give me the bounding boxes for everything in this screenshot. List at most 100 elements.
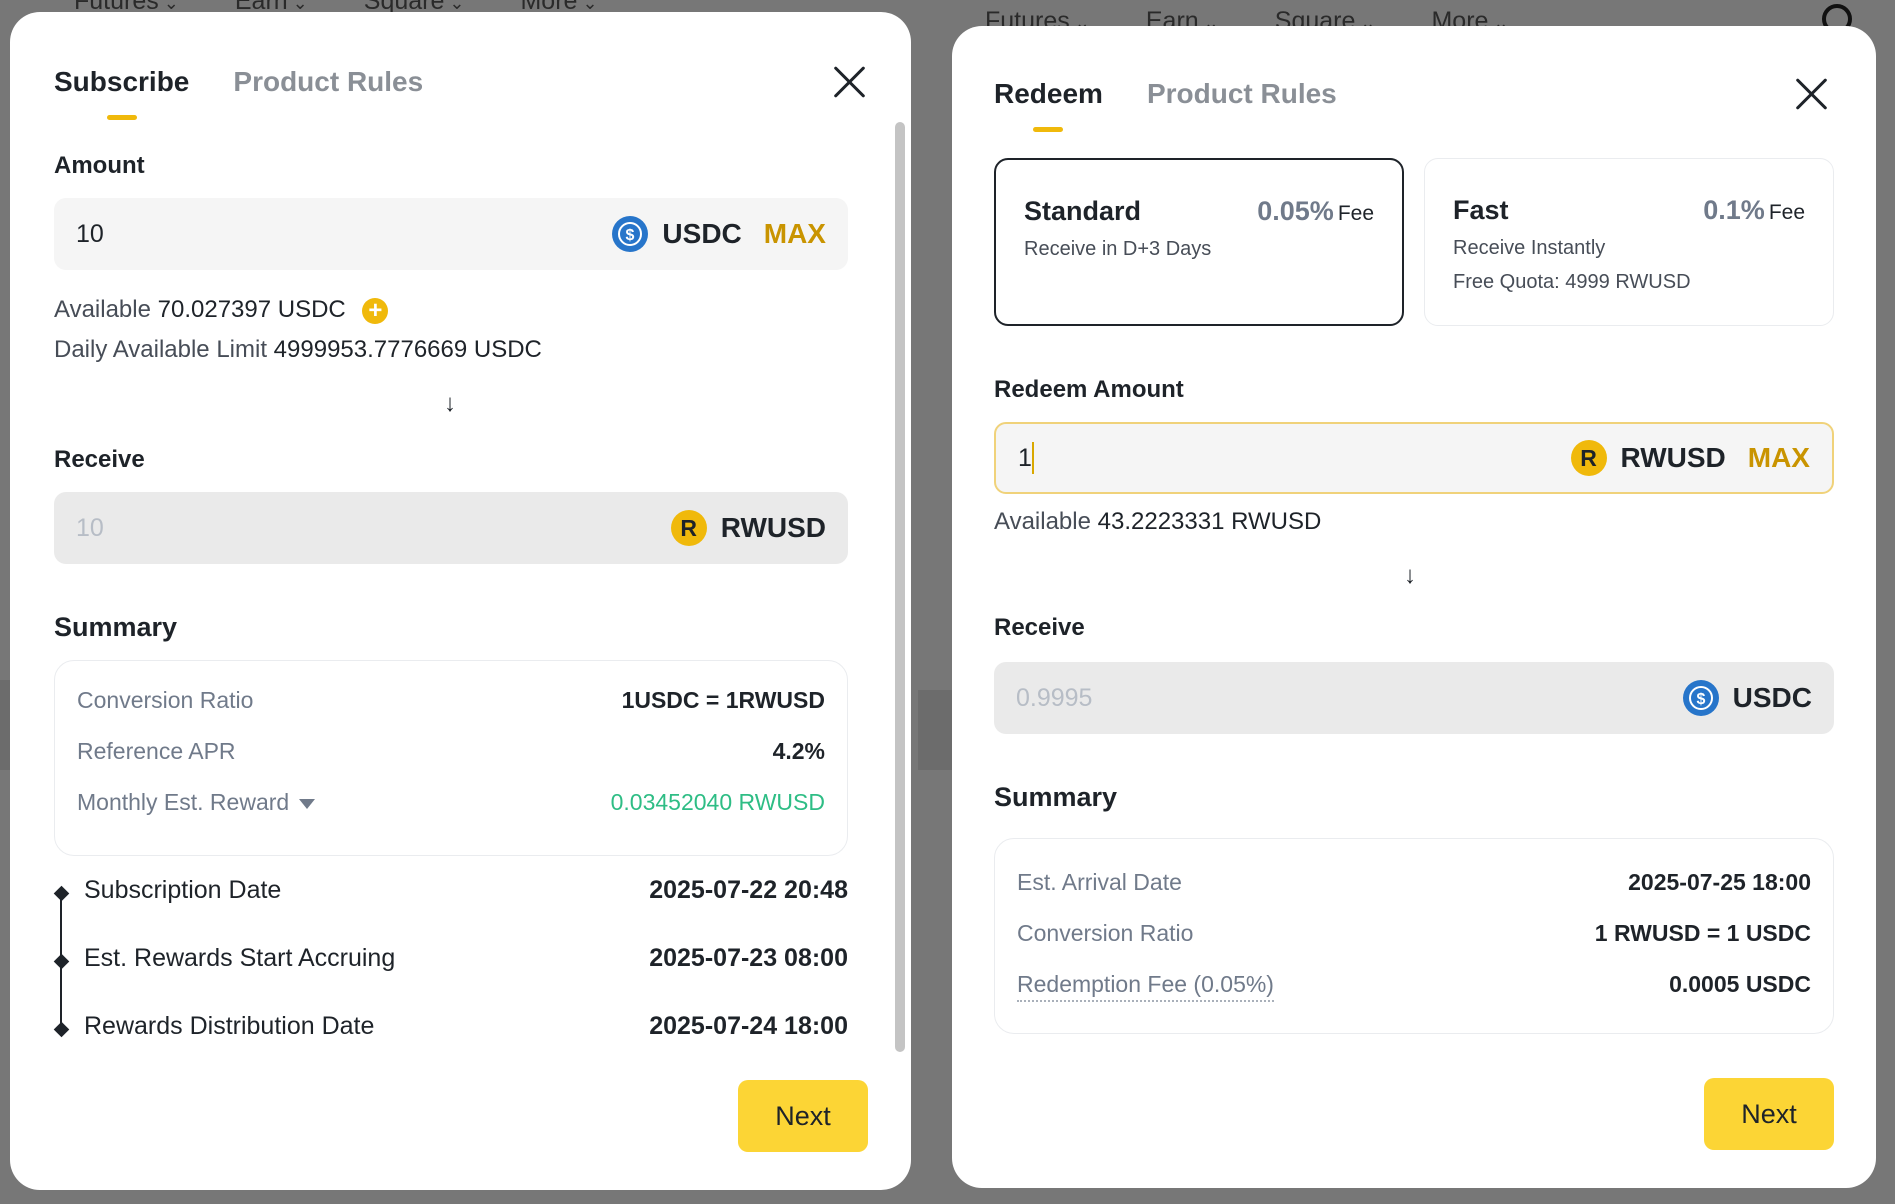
- monthly-reward-label: Monthly Est. Reward: [77, 789, 290, 815]
- summary-value: 1USDC = 1RWUSD: [621, 687, 825, 713]
- option-fee-value: 0.1%: [1703, 195, 1765, 225]
- svg-text:$: $: [626, 227, 635, 244]
- summary-row: Reference APR 4.2%: [77, 738, 825, 765]
- summary-title: Summary: [54, 612, 178, 642]
- option-name: Standard: [1024, 196, 1142, 226]
- receive-label: Receive: [54, 446, 145, 473]
- summary-row: Redemption Fee (0.05%) 0.0005 USDC: [1017, 971, 1811, 1002]
- arrow-down-icon: ↓: [1404, 562, 1416, 589]
- option-fee-value: 0.05%: [1257, 196, 1334, 226]
- redeem-receive-currency: USDC: [1732, 682, 1812, 713]
- next-button[interactable]: Next: [738, 1080, 868, 1152]
- redeem-option-fast[interactable]: Fast 0.1% Fee Receive Instantly Free Quot…: [1424, 158, 1834, 326]
- summary-value: 4.2%: [772, 738, 825, 764]
- summary-value: 2025-07-25 18:00: [1628, 869, 1811, 895]
- rwusd-coin-icon: R: [670, 510, 707, 546]
- receive-input: [76, 513, 671, 543]
- summary-row: Conversion Ratio 1 RWUSD = 1 USDC: [1017, 920, 1811, 947]
- add-funds-icon[interactable]: +: [362, 297, 389, 324]
- summary-label[interactable]: Monthly Est. Reward: [77, 789, 316, 816]
- redeem-receive-input: [1016, 683, 1683, 713]
- amount-label: Amount: [54, 152, 145, 179]
- daily-limit-value: 4999953.7776669 USDC: [273, 336, 542, 363]
- redeem-currency: RWUSD: [1620, 442, 1726, 473]
- timeline-dot: [53, 885, 70, 902]
- option-fee-suffix: Fee: [1337, 202, 1374, 225]
- available-value: 43.2223331 RWUSD: [1097, 508, 1322, 535]
- rwusd-coin-icon: R: [1570, 440, 1607, 476]
- close-icon[interactable]: [1794, 76, 1830, 112]
- max-button[interactable]: MAX: [764, 218, 826, 250]
- scrollbar[interactable]: [895, 122, 905, 1052]
- redeem-summary-box: Est. Arrival Date 2025-07-25 18:00 Conve…: [994, 838, 1834, 1034]
- option-line1: Receive in D+3 Days: [1024, 238, 1212, 260]
- redeem-amount-label: Redeem Amount: [994, 376, 1184, 403]
- background-panel-2: [0, 680, 10, 770]
- subscribe-modal: Subscribe Product Rules Amount $ USDC MA…: [10, 12, 911, 1190]
- svg-text:$: $: [1696, 691, 1705, 708]
- summary-value: 0.0005 USDC: [1669, 971, 1811, 997]
- amount-input[interactable]: [76, 219, 613, 249]
- redeem-tabs: Redeem Product Rules: [994, 78, 1337, 110]
- available-balance: Available 43.2223331 RWUSD: [994, 508, 1321, 536]
- tab-redeem[interactable]: Redeem: [994, 78, 1103, 110]
- summary-label: Conversion Ratio: [1017, 920, 1194, 946]
- timeline-dot: [53, 1021, 70, 1038]
- arrow-down-icon: ↓: [444, 390, 456, 417]
- option-line2: Free Quota: 4999 RWUSD: [1453, 271, 1691, 293]
- receive-field: R RWUSD: [54, 492, 848, 564]
- summary-row: Est. Arrival Date 2025-07-25 18:00: [1017, 869, 1811, 896]
- daily-limit-label: Daily Available Limit: [54, 336, 267, 363]
- tab-subscribe[interactable]: Subscribe: [54, 66, 189, 98]
- next-button[interactable]: Next: [1704, 1078, 1834, 1150]
- close-icon[interactable]: [832, 64, 868, 100]
- summary-box: Conversion Ratio 1USDC = 1RWUSD Referenc…: [54, 660, 848, 856]
- redeem-amount-field[interactable]: 1 R RWUSD MAX: [994, 422, 1834, 494]
- option-fee-suffix: Fee: [1768, 201, 1805, 224]
- summary-row: Conversion Ratio 1USDC = 1RWUSD: [77, 687, 825, 714]
- amount-field[interactable]: $ USDC MAX: [54, 198, 848, 270]
- text-caret: [1031, 442, 1034, 474]
- option-line1: Receive Instantly: [1453, 237, 1606, 259]
- background-panel: [918, 690, 952, 770]
- tab-product-rules[interactable]: Product Rules: [233, 66, 423, 98]
- monthly-reward-value: 0.03452040 RWUSD: [610, 789, 825, 815]
- receive-label: Receive: [994, 614, 1085, 641]
- timeline-label: Est. Rewards Start Accruing: [84, 944, 396, 972]
- summary-label: Est. Arrival Date: [1017, 869, 1182, 895]
- available-label: Available: [994, 508, 1091, 535]
- summary-label: Reference APR: [77, 738, 236, 764]
- redeem-option-standard[interactable]: Standard 0.05% Fee Receive in D+3 Days: [994, 158, 1404, 326]
- redemption-fee-label[interactable]: Redemption Fee (0.05%): [1017, 971, 1274, 1002]
- tab-product-rules[interactable]: Product Rules: [1147, 78, 1337, 110]
- option-fee: 0.1% Fee: [1703, 195, 1805, 226]
- summary-row[interactable]: Monthly Est. Reward 0.03452040 RWUSD: [77, 789, 825, 816]
- timeline-row: Subscription Date 2025-07-22 20:48: [84, 876, 848, 905]
- caret-down-icon[interactable]: [299, 798, 316, 809]
- usdc-coin-icon: $: [612, 216, 649, 252]
- timeline-value: 2025-07-24 18:00: [649, 1012, 848, 1040]
- amount-currency: USDC: [662, 218, 742, 249]
- summary-label: Conversion Ratio: [77, 687, 254, 713]
- summary-value: 1 RWUSD = 1 USDC: [1594, 920, 1811, 946]
- available-balance: Available 70.027397 USDC +: [54, 296, 389, 324]
- timeline-row: Rewards Distribution Date 2025-07-24 18:…: [84, 1012, 848, 1041]
- available-label: Available: [54, 296, 151, 323]
- summary-title: Summary: [994, 782, 1118, 812]
- option-name: Fast: [1453, 195, 1509, 225]
- timeline-dot: [53, 953, 70, 970]
- timeline-value: 2025-07-23 08:00: [649, 944, 848, 972]
- redeem-amount-value[interactable]: 1: [1018, 444, 1032, 473]
- option-fee: 0.05% Fee: [1257, 196, 1374, 227]
- daily-limit: Daily Available Limit 4999953.7776669 US…: [54, 336, 542, 364]
- available-value: 70.027397 USDC: [157, 296, 346, 323]
- max-button[interactable]: MAX: [1748, 442, 1810, 474]
- timeline-label: Subscription Date: [84, 876, 282, 904]
- redeem-receive-field: $ USDC: [994, 662, 1834, 734]
- usdc-coin-icon: $: [1682, 680, 1719, 716]
- timeline-value: 2025-07-22 20:48: [649, 876, 848, 904]
- timeline-row: Est. Rewards Start Accruing 2025-07-23 0…: [84, 944, 848, 973]
- receive-currency: RWUSD: [720, 512, 826, 543]
- timeline-label: Rewards Distribution Date: [84, 1012, 375, 1040]
- subscribe-tabs: Subscribe Product Rules: [54, 66, 423, 98]
